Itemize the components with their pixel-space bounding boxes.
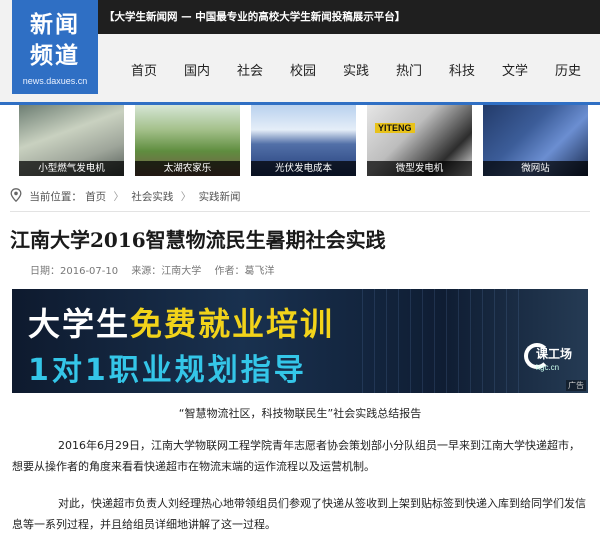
logo-line-2: 频道	[30, 43, 80, 69]
banner-brand-domain: kgc.cn	[536, 363, 560, 372]
location-pin-icon	[10, 188, 26, 205]
nav-domestic[interactable]: 国内	[184, 60, 210, 79]
thumbnail-caption: 微网站	[483, 161, 588, 176]
report-subtitle: “智慧物流社区，科技物联民生”社会实践总结报告	[178, 407, 422, 420]
article-date: 日期：2016-07-10	[30, 266, 119, 277]
nav-practice[interactable]: 实践	[343, 60, 369, 79]
nav-hot[interactable]: 热门	[396, 60, 422, 79]
thumbnail-strip: 小型燃气发电机 太湖农家乐 光伏发电成本 YITENG 微型发电机 微网站	[0, 105, 600, 180]
paragraph-text: 对此，快递超市负责人刘经理热心地带领组员们参观了快递从签收到上架到贴标签到快递入…	[12, 497, 586, 531]
breadcrumb-practice-news[interactable]: 实践新闻	[199, 189, 241, 204]
banner-headline: 大学生免费就业培训	[28, 299, 334, 345]
logo-url: news.daxues.cn	[22, 76, 88, 86]
nav-society[interactable]: 社会	[237, 60, 263, 79]
main-nav: 首页 国内 社会 校园 实践 热门 科技 文学 历史	[98, 34, 600, 102]
breadcrumb-separator: 〉	[113, 191, 125, 203]
banner-brand-name: 课工场	[536, 347, 573, 361]
article-meta: 日期：2016-07-10 来源：江南大学 作者：葛飞洋	[30, 262, 285, 277]
site-header: 新闻 频道 news.daxues.cn 【大学生新闻网 — 中国最专业的高校大…	[0, 0, 600, 102]
breadcrumb-social-practice[interactable]: 社会实践	[131, 189, 173, 204]
thumbnail-gas-generator[interactable]: 小型燃气发电机	[19, 105, 124, 176]
breadcrumb: 当前位置： 首页 〉 社会实践 〉 实践新闻	[10, 188, 241, 206]
breadcrumb-divider	[10, 211, 590, 212]
thumbnail-micro-generator[interactable]: YITENG 微型发电机	[367, 105, 472, 176]
thumbnail-caption: 小型燃气发电机	[19, 161, 124, 176]
nav-campus[interactable]: 校园	[290, 60, 316, 79]
thumbnail-farmhouse[interactable]: 太湖农家乐	[135, 105, 240, 176]
breadcrumb-label: 当前位置：	[29, 191, 82, 203]
paragraph-text: 2016年6月29日，江南大学物联网工程学院青年志愿者协会策划部小分队组员一早来…	[12, 439, 580, 473]
thumbnail-solar-cost[interactable]: 光伏发电成本	[251, 105, 356, 176]
site-logo[interactable]: 新闻 频道 news.daxues.cn	[12, 0, 98, 94]
banner-headline-white: 大学生	[28, 305, 131, 343]
top-bar: 【大学生新闻网 — 中国最专业的高校大学生新闻投稿展示平台】	[98, 0, 600, 34]
article-title: 江南大学2016智慧物流民生暑期社会实践	[10, 228, 386, 252]
thumbnail-caption: 太湖农家乐	[135, 161, 240, 176]
article-paragraph: 2016年6月29日，江南大学物联网工程学院青年志愿者协会策划部小分队组员一早来…	[12, 435, 590, 477]
logo-line-1: 新闻	[30, 12, 80, 38]
ad-banner[interactable]: 大学生免费就业培训 1对1职业规划指导 课工场 kgc.cn 广告	[12, 289, 588, 393]
nav-tech[interactable]: 科技	[449, 60, 475, 79]
banner-headline-yellow: 免费就业培训	[130, 305, 335, 343]
nav-history[interactable]: 历史	[555, 60, 581, 79]
nav-literature[interactable]: 文学	[502, 60, 528, 79]
banner-decoration	[362, 289, 522, 393]
site-slogan: 【大学生新闻网 — 中国最专业的高校大学生新闻投稿展示平台】	[104, 11, 406, 23]
banner-brand-logo: 课工场 kgc.cn	[520, 339, 580, 379]
nav-home[interactable]: 首页	[131, 60, 157, 79]
thumbnail-caption: 微型发电机	[367, 161, 472, 176]
article-source: 来源：江南大学	[131, 266, 202, 277]
breadcrumb-home[interactable]: 首页	[85, 189, 106, 204]
thumbnail-caption: 光伏发电成本	[251, 161, 356, 176]
breadcrumb-separator: 〉	[180, 191, 192, 203]
thumbnail-micro-site[interactable]: 微网站	[483, 105, 588, 176]
article-paragraph: 对此，快递超市负责人刘经理热心地带领组员们参观了快递从签收到上架到贴标签到快递入…	[12, 493, 590, 535]
thumbnail-brand-text: YITENG	[375, 123, 415, 133]
ad-tag: 广告	[566, 380, 586, 391]
article-author: 作者：葛飞洋	[214, 266, 275, 277]
banner-subline: 1对1职业规划指导	[28, 353, 307, 388]
